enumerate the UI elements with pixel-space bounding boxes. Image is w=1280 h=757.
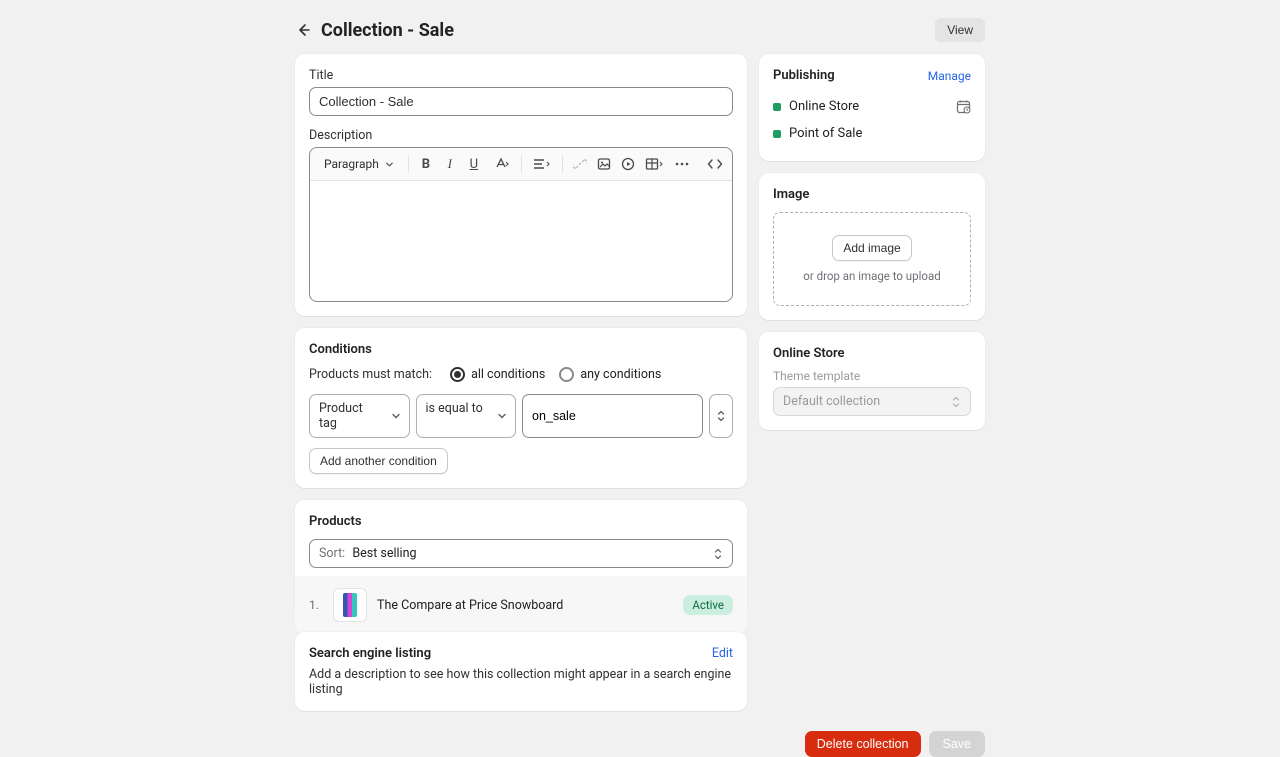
conditions-card: Conditions Products must match: all cond… (295, 328, 747, 488)
channel-name: Point of Sale (789, 126, 862, 141)
toolbar-separator (408, 155, 409, 173)
sort-prefix: Sort: (319, 546, 345, 561)
italic-icon[interactable]: I (439, 152, 461, 176)
add-condition-button[interactable]: Add another condition (309, 448, 448, 474)
status-dot-icon (773, 103, 781, 111)
image-heading: Image (773, 187, 971, 202)
condition-reorder-button[interactable] (709, 394, 733, 438)
radio-any-condition[interactable]: any conditions (559, 367, 661, 382)
link-icon (569, 152, 591, 176)
product-thumbnail (333, 588, 367, 622)
sort-value: Best selling (352, 546, 416, 561)
seo-heading: Search engine listing (309, 646, 431, 661)
condition-operator-value: is equal to (426, 401, 483, 416)
title-label: Title (309, 68, 733, 83)
theme-template-select: Default collection (773, 387, 971, 416)
products-card: Products Sort: Best selling 1. The Compa… (295, 500, 747, 620)
publishing-channel-online-store: Online Store (773, 93, 971, 120)
theme-template-label: Theme template (773, 369, 971, 383)
image-dropzone[interactable]: Add image or drop an image to upload (773, 212, 971, 306)
save-button: Save (929, 731, 986, 757)
description-textarea[interactable] (310, 181, 732, 301)
toolbar-separator (521, 155, 522, 173)
match-label: Products must match: (309, 367, 432, 382)
delete-collection-button[interactable]: Delete collection (805, 731, 921, 757)
product-index: 1. (309, 598, 323, 612)
seo-edit-link[interactable]: Edit (712, 646, 733, 661)
add-image-button[interactable]: Add image (832, 235, 911, 261)
description-editor: Paragraph B I U (309, 147, 733, 302)
image-icon[interactable] (593, 152, 615, 176)
title-card: Title Description Paragraph B I U (295, 54, 747, 316)
more-icon[interactable] (671, 152, 693, 176)
publishing-heading: Publishing (773, 68, 835, 83)
publishing-manage-link[interactable]: Manage (928, 69, 971, 83)
publishing-channel-pos: Point of Sale (773, 120, 971, 147)
product-row[interactable]: 1. The Compare at Price Snowboard Active (295, 576, 747, 634)
publishing-card: Publishing Manage Online Store Point (759, 54, 985, 161)
seo-description: Add a description to see how this collec… (309, 667, 733, 697)
channel-name: Online Store (789, 99, 859, 114)
toolbar-separator (562, 155, 563, 173)
conditions-heading: Conditions (309, 342, 733, 357)
theme-template-value: Default collection (783, 394, 880, 409)
online-store-heading: Online Store (773, 346, 971, 361)
paragraph-style-select[interactable]: Paragraph (316, 153, 402, 175)
seo-card: Search engine listing Edit Add a descrip… (295, 632, 747, 711)
condition-operator-select[interactable]: is equal to (416, 394, 517, 438)
products-sort-select[interactable]: Sort: Best selling (309, 539, 733, 568)
radio-all-label: all conditions (471, 367, 545, 382)
status-dot-icon (773, 130, 781, 138)
text-color-icon[interactable] (487, 152, 515, 176)
description-label: Description (309, 128, 733, 143)
table-icon[interactable] (641, 152, 669, 176)
condition-value-input[interactable] (522, 394, 703, 438)
align-icon[interactable] (528, 152, 556, 176)
online-store-card: Online Store Theme template Default coll… (759, 332, 985, 430)
back-arrow-icon[interactable] (295, 22, 311, 38)
view-button[interactable]: View (935, 18, 985, 42)
calendar-icon[interactable] (956, 99, 971, 114)
products-heading: Products (309, 514, 733, 529)
bold-icon[interactable]: B (415, 152, 437, 176)
code-view-icon[interactable] (704, 152, 726, 176)
page-title: Collection - Sale (321, 20, 454, 41)
condition-field-select[interactable]: Product tag (309, 394, 410, 438)
title-input[interactable] (309, 87, 733, 116)
radio-all-conditions[interactable]: all conditions (450, 367, 545, 382)
product-status-badge: Active (683, 595, 733, 615)
paragraph-style-label: Paragraph (324, 157, 379, 171)
video-icon[interactable] (617, 152, 639, 176)
image-hint: or drop an image to upload (782, 269, 962, 283)
product-name: The Compare at Price Snowboard (377, 598, 673, 613)
condition-field-value: Product tag (319, 401, 363, 431)
underline-icon[interactable]: U (463, 152, 485, 176)
image-card: Image Add image or drop an image to uplo… (759, 173, 985, 320)
radio-any-label: any conditions (580, 367, 661, 382)
